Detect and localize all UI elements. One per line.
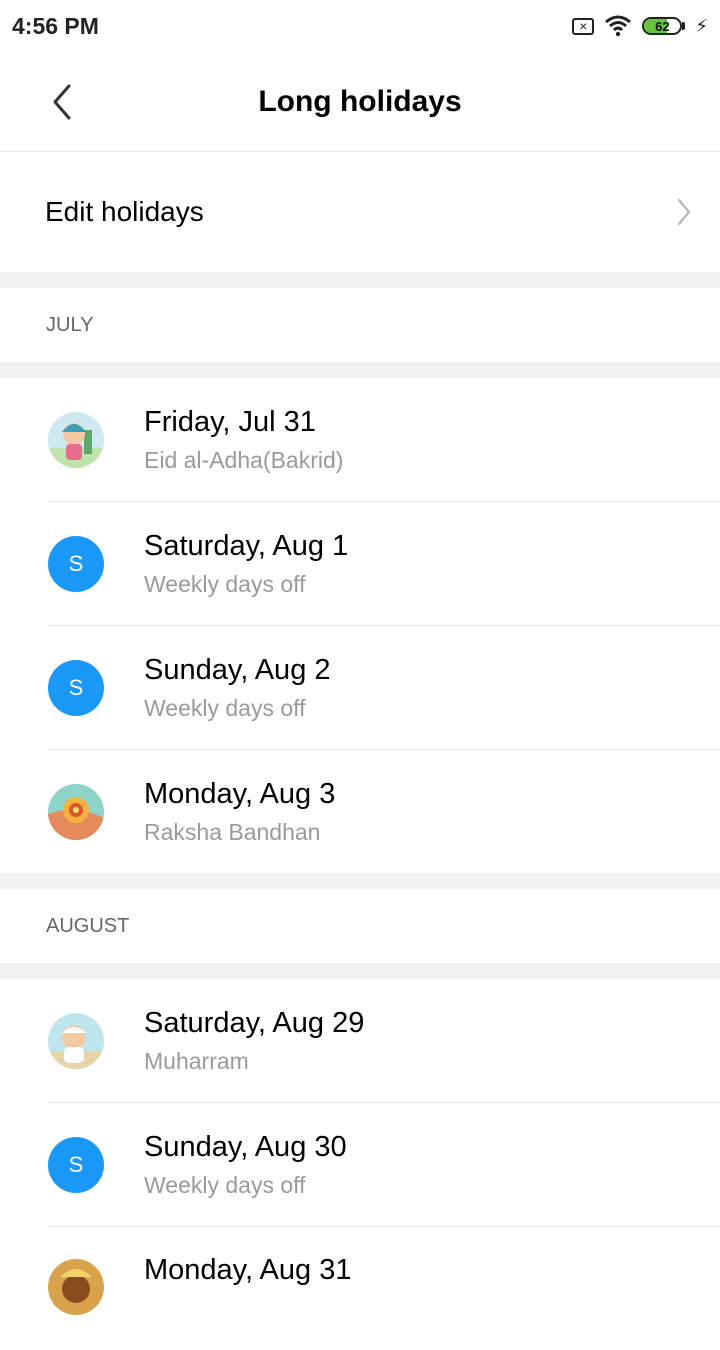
holiday-date: Saturday, Aug 1 [144, 529, 349, 562]
eid-avatar-icon [48, 411, 104, 468]
wifi-icon [605, 15, 632, 37]
holiday-name: Weekly days off [144, 695, 306, 722]
section-gap [0, 963, 720, 979]
holiday-date: Sunday, Aug 2 [144, 653, 331, 686]
section-gap [0, 362, 720, 378]
edit-holidays-label: Edit holidays [45, 196, 204, 227]
chevron-left-icon [53, 84, 71, 120]
back-button[interactable] [44, 82, 80, 122]
holiday-date: Monday, Aug 3 [144, 777, 336, 810]
page-title: Long holidays [258, 84, 462, 118]
holiday-date: Saturday, Aug 29 [144, 1006, 365, 1039]
section-gap [0, 272, 720, 288]
charging-bolt-icon: ⚡ [695, 15, 708, 36]
letter-avatar: S [48, 659, 104, 716]
onam-avatar-icon [48, 1259, 104, 1315]
holiday-row[interactable]: S Sunday, Aug 2 Weekly days off [0, 626, 720, 749]
status-time: 4:56 PM [12, 12, 99, 39]
rakhi-avatar-icon [48, 783, 104, 840]
holiday-name: Weekly days off [144, 571, 306, 598]
letter-avatar: S [48, 535, 104, 592]
holiday-row[interactable]: S Sunday, Aug 30 Weekly days off [0, 1103, 720, 1226]
no-sim-icon: × [572, 17, 595, 35]
status-bar: 4:56 PM × 62 ⚡ [0, 0, 720, 52]
status-icons: × 62 ⚡ [572, 15, 708, 37]
holiday-date: Friday, Jul 31 [144, 405, 316, 438]
holiday-name: Weekly days off [144, 1172, 306, 1199]
section-header-july: JULY [46, 313, 94, 336]
letter-avatar: S [48, 1136, 104, 1193]
holiday-name: Raksha Bandhan [144, 819, 321, 846]
holiday-row[interactable]: Monday, Aug 31 [0, 1227, 720, 1350]
nav-bar: Long holidays [0, 52, 720, 152]
chevron-right-icon [677, 198, 691, 226]
holiday-date: Monday, Aug 31 [144, 1254, 352, 1286]
edit-holidays-row[interactable]: Edit holidays [0, 152, 720, 272]
section-header-august: AUGUST [46, 914, 130, 937]
battery-level: 62 [655, 19, 670, 34]
holiday-row[interactable]: Saturday, Aug 29 Muharram [0, 979, 720, 1102]
section-gap [0, 873, 720, 889]
holiday-row[interactable]: S Saturday, Aug 1 Weekly days off [0, 502, 720, 625]
holiday-name: Eid al-Adha(Bakrid) [144, 447, 344, 474]
holiday-name: Muharram [144, 1048, 249, 1075]
battery-icon: 62 [642, 17, 686, 35]
holiday-row[interactable]: Friday, Jul 31 Eid al-Adha(Bakrid) [0, 378, 720, 501]
holiday-row[interactable]: Monday, Aug 3 Raksha Bandhan [0, 750, 720, 873]
holiday-date: Sunday, Aug 30 [144, 1130, 347, 1163]
muharram-avatar-icon [48, 1012, 104, 1069]
